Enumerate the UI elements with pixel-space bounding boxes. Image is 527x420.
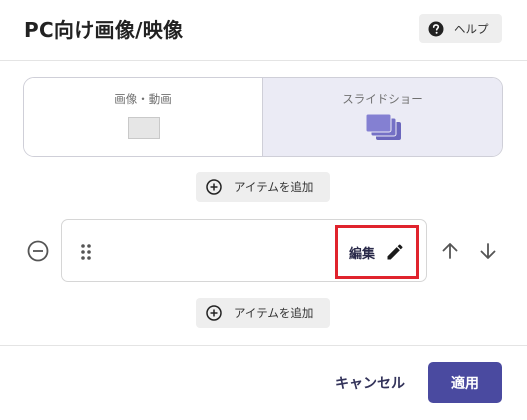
dialog-title: PC向け画像/映像	[24, 18, 184, 42]
toggle-option-label: スライドショー	[342, 92, 423, 106]
add-item-button[interactable]: アイテムを追加	[196, 298, 330, 328]
footer-divider	[0, 345, 527, 346]
toggle-option-label: 画像・動画	[114, 92, 172, 106]
add-item-button[interactable]: アイテムを追加	[196, 172, 330, 202]
toggle-option-image-video[interactable]: 画像・動画	[24, 78, 263, 156]
move-down-button[interactable]	[477, 240, 499, 262]
add-circle-icon	[206, 305, 222, 321]
toggle-option-slideshow[interactable]: スライドショー	[263, 78, 502, 156]
add-item-label: アイテムを追加	[234, 306, 314, 320]
help-button[interactable]: ヘルプ	[419, 14, 502, 43]
edit-item-button[interactable]: 編集	[335, 225, 419, 279]
slideshow-stack-icon	[365, 113, 402, 141]
minus-circle-icon	[27, 240, 49, 262]
move-up-button[interactable]	[439, 240, 461, 262]
add-item-label: アイテムを追加	[234, 180, 314, 194]
pencil-icon	[385, 242, 405, 262]
cancel-button[interactable]: キャンセル	[322, 362, 418, 403]
dialog-header: PC向け画像/映像 ヘルプ	[0, 0, 527, 60]
display-mode-toggle: 画像・動画 スライドショー	[23, 77, 503, 157]
remove-item-button[interactable]	[27, 240, 49, 262]
arrow-down-icon	[480, 243, 496, 259]
apply-button[interactable]: 適用	[428, 362, 502, 403]
drag-handle-icon[interactable]	[80, 243, 92, 261]
image-placeholder-icon	[128, 117, 160, 139]
header-divider	[0, 60, 527, 61]
edit-item-label: 編集	[349, 246, 376, 262]
add-circle-icon	[206, 179, 222, 195]
help-circle-icon	[428, 21, 444, 37]
help-button-label: ヘルプ	[454, 21, 489, 36]
slideshow-item-card: 編集	[61, 219, 427, 282]
arrow-up-icon	[442, 243, 458, 259]
